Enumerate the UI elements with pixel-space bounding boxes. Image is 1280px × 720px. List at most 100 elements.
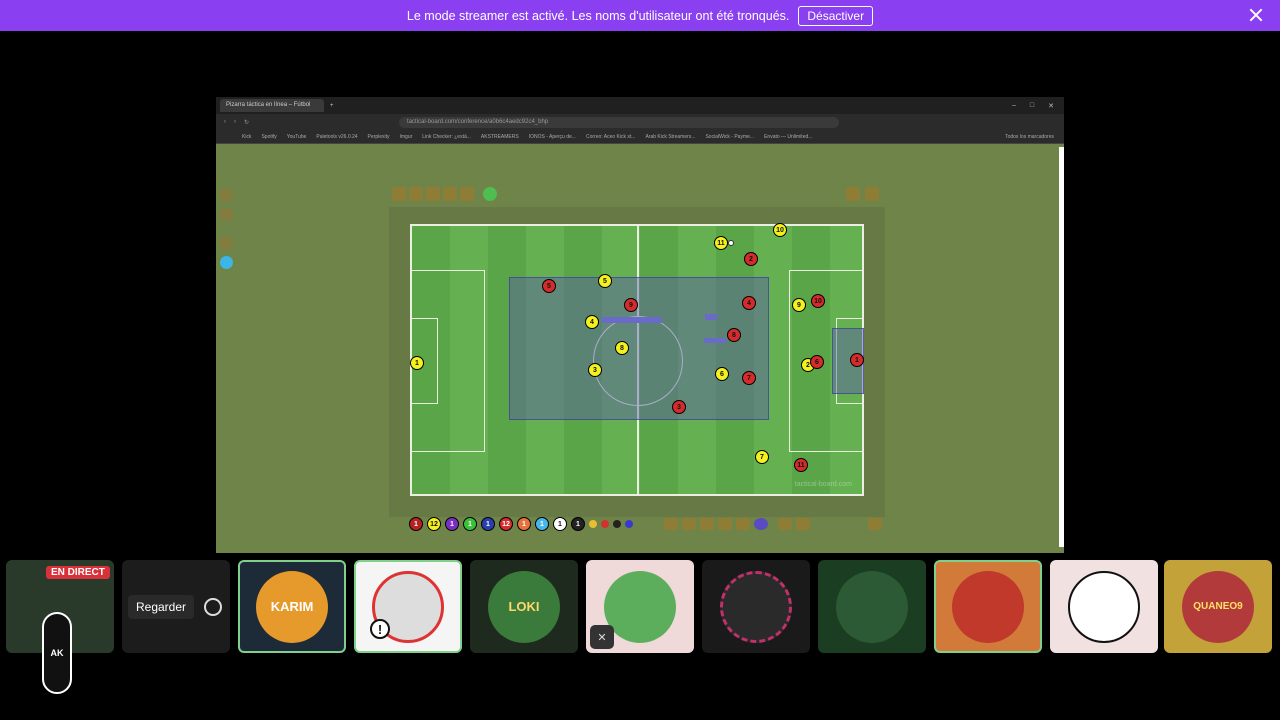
- bookmark-item[interactable]: Envato — Unlimited...: [764, 134, 812, 140]
- grid-icon[interactable]: [443, 187, 457, 201]
- address-bar[interactable]: tactical-board.com/conference/a0b6c4aedc…: [399, 116, 840, 128]
- bookmark-item[interactable]: IONOS - Aperçu de...: [529, 134, 576, 140]
- ball-icon[interactable]: [846, 187, 860, 201]
- player-yellow[interactable]: 1: [410, 356, 424, 370]
- palette-yellow-token[interactable]: 12: [427, 517, 441, 531]
- color-dot[interactable]: [613, 520, 621, 528]
- bookmark-item[interactable]: Imgur: [400, 134, 413, 140]
- help-icon[interactable]: [220, 256, 233, 269]
- player-yellow[interactable]: 9: [792, 298, 806, 312]
- bookmark-item[interactable]: Spotify: [261, 134, 276, 140]
- bookmark-item[interactable]: Arab Kick Streamers...: [645, 134, 695, 140]
- scrollbar[interactable]: [1059, 147, 1064, 547]
- bookmark-icon[interactable]: [426, 187, 440, 201]
- player-yellow[interactable]: 8: [615, 341, 629, 355]
- participant-tile[interactable]: [818, 560, 926, 653]
- flag-icon[interactable]: [220, 237, 233, 250]
- maximize-icon[interactable]: □: [1030, 102, 1034, 110]
- bookmark-item[interactable]: AKSTREAMERS: [481, 134, 519, 140]
- player-red[interactable]: 1: [850, 353, 864, 367]
- player-red[interactable]: 10: [811, 294, 825, 308]
- color-dot[interactable]: [601, 520, 609, 528]
- palette-red-token[interactable]: 1: [409, 517, 423, 531]
- bookmark-item[interactable]: Perplexity: [368, 134, 390, 140]
- player-yellow[interactable]: 5: [598, 274, 612, 288]
- player-red[interactable]: 4: [742, 296, 756, 310]
- palette-cyan-token[interactable]: 1: [535, 517, 549, 531]
- player-red[interactable]: 8: [727, 328, 741, 342]
- participant-tile[interactable]: !: [354, 560, 462, 653]
- all-bookmarks[interactable]: Todos los marcadores: [1005, 134, 1054, 140]
- delete-icon[interactable]: [868, 518, 882, 530]
- palette-black-token[interactable]: 1: [571, 517, 585, 531]
- line-tool-icon[interactable]: [682, 518, 696, 530]
- player-yellow[interactable]: 7: [755, 450, 769, 464]
- participant-tile[interactable]: [1050, 560, 1158, 653]
- participant-tile[interactable]: [702, 560, 810, 653]
- banner-message: Le mode streamer est activé. Les noms d'…: [406, 8, 790, 23]
- highlight-zone[interactable]: [509, 277, 769, 420]
- player-red[interactable]: 6: [810, 355, 824, 369]
- palette-white-token[interactable]: 1: [553, 517, 567, 531]
- mode-icon[interactable]: [483, 187, 497, 201]
- color-dot[interactable]: [589, 520, 597, 528]
- palette-green-token[interactable]: 1: [463, 517, 477, 531]
- window-close-icon[interactable]: ✕: [1048, 102, 1054, 110]
- watch-button[interactable]: Regarder: [128, 595, 194, 619]
- player-yellow[interactable]: 4: [585, 315, 599, 329]
- palette-orange-token[interactable]: 1: [517, 517, 531, 531]
- line-tool-icon[interactable]: [700, 518, 714, 530]
- participant-tile[interactable]: LOKI: [470, 560, 578, 653]
- player-red[interactable]: 7: [742, 371, 756, 385]
- participant-tile[interactable]: [934, 560, 1042, 653]
- line-tool-icon[interactable]: [718, 518, 732, 530]
- marker-bar[interactable]: [705, 314, 717, 320]
- user-icon[interactable]: [865, 187, 879, 201]
- close-icon[interactable]: [1248, 7, 1264, 23]
- palette-blue-token[interactable]: 1: [481, 517, 495, 531]
- participant-tile[interactable]: QUANEO9: [1164, 560, 1272, 653]
- rect-tool-icon[interactable]: [664, 518, 678, 530]
- ball-icon[interactable]: [728, 240, 734, 246]
- color-dot[interactable]: [625, 520, 633, 528]
- player-red[interactable]: 3: [672, 400, 686, 414]
- player-yellow[interactable]: 10: [773, 223, 787, 237]
- minimize-icon[interactable]: –: [1012, 102, 1016, 110]
- football-pitch[interactable]: 1 5 4 8 3 11 10 9 2 6 7 5 9 2 4 10 8 7 3…: [410, 223, 864, 496]
- clear-icon[interactable]: [796, 518, 810, 530]
- palette-purple-token[interactable]: 1: [445, 517, 459, 531]
- forward-icon[interactable]: ›: [234, 119, 236, 125]
- bookmark-item[interactable]: Paletools v26.0.24: [316, 134, 357, 140]
- player-red[interactable]: 11: [794, 458, 808, 472]
- undo-icon[interactable]: [778, 518, 792, 530]
- player-yellow[interactable]: 6: [715, 367, 729, 381]
- color-picker-icon[interactable]: [754, 518, 768, 530]
- bookmark-item[interactable]: SocialWick - Payme...: [705, 134, 754, 140]
- player-red[interactable]: 2: [744, 252, 758, 266]
- tool-icon[interactable]: [220, 189, 233, 202]
- fullscreen-icon[interactable]: [220, 208, 233, 221]
- bookmark-item[interactable]: Correo: Aceo Kick st...: [586, 134, 635, 140]
- bookmark-item[interactable]: Link Checker: ¿está...: [422, 134, 471, 140]
- player-yellow[interactable]: 11: [714, 236, 728, 250]
- bookmark-item[interactable]: Kick: [242, 134, 251, 140]
- player-red[interactable]: 5: [542, 279, 556, 293]
- deactivate-button[interactable]: Désactiver: [798, 5, 874, 26]
- frame-icon[interactable]: [409, 187, 423, 201]
- bookmark-item[interactable]: YouTube: [287, 134, 307, 140]
- player-red[interactable]: 9: [624, 298, 638, 312]
- new-tab-icon[interactable]: +: [330, 103, 334, 109]
- link-icon[interactable]: [460, 187, 474, 201]
- download-icon[interactable]: [392, 187, 406, 201]
- watch-stream-icon[interactable]: [204, 598, 222, 616]
- palette-red-token[interactable]: 12: [499, 517, 513, 531]
- participant-tile[interactable]: KARIM: [238, 560, 346, 653]
- participant-tile[interactable]: ✕: [586, 560, 694, 653]
- marker-bar[interactable]: [704, 338, 726, 343]
- reload-icon[interactable]: ↻: [244, 119, 249, 126]
- marker-bar[interactable]: [602, 317, 662, 323]
- back-icon[interactable]: ‹: [224, 119, 226, 125]
- browser-tab[interactable]: Pizarra táctica en línea – Fútbol: [220, 99, 324, 112]
- line-tool-icon[interactable]: [736, 518, 750, 530]
- player-yellow[interactable]: 3: [588, 363, 602, 377]
